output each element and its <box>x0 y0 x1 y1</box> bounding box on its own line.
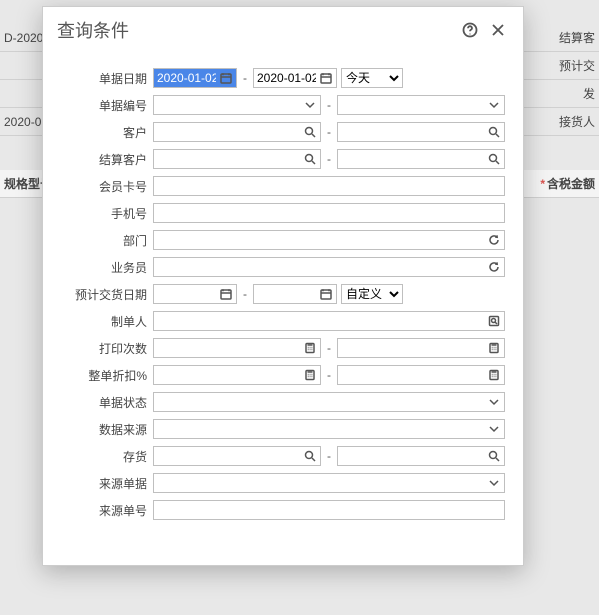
dialog-header: 查询条件 <box>43 7 523 53</box>
search-icon[interactable] <box>303 125 317 139</box>
bg-right-expected: 预计交 <box>559 57 595 74</box>
doc-no-to-input[interactable] <box>337 95 505 115</box>
data-source-select[interactable] <box>153 419 505 439</box>
label-salesman: 业务员 <box>43 259 153 276</box>
label-expected-date: 预计交货日期 <box>43 286 153 303</box>
range-dash: - <box>325 125 333 139</box>
label-customer: 客户 <box>43 124 153 141</box>
calendar-icon[interactable] <box>319 287 333 301</box>
label-print-count: 打印次数 <box>43 340 153 357</box>
search-icon[interactable] <box>487 125 501 139</box>
date-option-select[interactable]: 今天 <box>341 68 403 88</box>
close-icon <box>490 22 506 38</box>
label-settle-customer: 结算客户 <box>43 151 153 168</box>
bg-right-receiver: 接货人 <box>559 113 595 130</box>
help-button[interactable] <box>459 19 481 41</box>
search-icon[interactable] <box>303 152 317 166</box>
label-doc-status: 单据状态 <box>43 394 153 411</box>
settle-customer-from-input[interactable] <box>153 149 321 169</box>
calculator-icon[interactable] <box>487 368 501 382</box>
lookup-icon[interactable] <box>487 314 501 328</box>
query-form: 单据日期 2020-01-02 - 2020-01-02 今天 单据编号 <box>43 53 523 521</box>
label-source-doc: 来源单据 <box>43 475 153 492</box>
customer-to-input[interactable] <box>337 122 505 142</box>
department-input[interactable] <box>153 230 505 250</box>
source-no-input[interactable] <box>153 500 505 520</box>
label-discount-pct: 整单折扣% <box>43 367 153 384</box>
label-inventory: 存货 <box>43 448 153 465</box>
discount-to-input[interactable] <box>337 365 505 385</box>
date-to-input[interactable]: 2020-01-02 <box>253 68 337 88</box>
chevron-down-icon[interactable] <box>487 422 501 436</box>
range-dash: - <box>325 341 333 355</box>
calculator-icon[interactable] <box>487 341 501 355</box>
query-dialog: 查询条件 单据日期 2020-01-02 - 2020-01-02 <box>42 6 524 566</box>
calculator-icon[interactable] <box>303 368 317 382</box>
label-source-no: 来源单号 <box>43 502 153 519</box>
expected-date-to-input[interactable] <box>253 284 337 304</box>
range-dash: - <box>325 368 333 382</box>
search-icon[interactable] <box>487 152 501 166</box>
calendar-icon[interactable] <box>219 287 233 301</box>
salesman-input[interactable] <box>153 257 505 277</box>
expected-date-from-input[interactable] <box>153 284 237 304</box>
chevron-down-icon[interactable] <box>303 98 317 112</box>
bg-right-ship: 发 <box>583 85 595 102</box>
creator-input[interactable] <box>153 311 505 331</box>
print-count-from-input[interactable] <box>153 338 321 358</box>
date-from-value: 2020-01-02 <box>157 71 216 85</box>
help-icon <box>462 22 478 38</box>
label-data-source: 数据来源 <box>43 421 153 438</box>
range-dash: - <box>325 152 333 166</box>
chevron-down-icon[interactable] <box>487 395 501 409</box>
calculator-icon[interactable] <box>303 341 317 355</box>
source-doc-select[interactable] <box>153 473 505 493</box>
bg-doc-prefix: D-2020 <box>4 31 43 45</box>
chevron-down-icon[interactable] <box>487 98 501 112</box>
required-asterisk: * <box>540 177 545 191</box>
range-dash: - <box>241 71 249 85</box>
inventory-to-input[interactable] <box>337 446 505 466</box>
phone-input[interactable] <box>153 203 505 223</box>
range-dash: - <box>241 287 249 301</box>
bg-tax-amount: 含税金额 <box>547 177 595 191</box>
print-count-to-input[interactable] <box>337 338 505 358</box>
label-doc-date: 单据日期 <box>43 70 153 87</box>
search-icon[interactable] <box>303 449 317 463</box>
bg-right-settlement: 结算客 <box>559 29 595 46</box>
settle-customer-to-input[interactable] <box>337 149 505 169</box>
label-doc-no: 单据编号 <box>43 97 153 114</box>
calendar-icon[interactable] <box>319 71 333 85</box>
refresh-icon[interactable] <box>487 260 501 274</box>
dialog-title: 查询条件 <box>57 17 453 43</box>
discount-from-input[interactable] <box>153 365 321 385</box>
label-phone: 手机号 <box>43 205 153 222</box>
label-department: 部门 <box>43 232 153 249</box>
doc-no-from-input[interactable] <box>153 95 321 115</box>
chevron-down-icon[interactable] <box>487 476 501 490</box>
date-to-value: 2020-01-02 <box>257 71 316 85</box>
refresh-icon[interactable] <box>487 233 501 247</box>
member-card-input[interactable] <box>153 176 505 196</box>
range-dash: - <box>325 98 333 112</box>
doc-status-select[interactable] <box>153 392 505 412</box>
close-button[interactable] <box>487 19 509 41</box>
expected-option-select[interactable]: 自定义 <box>341 284 403 304</box>
calendar-icon[interactable] <box>219 71 233 85</box>
label-member-card: 会员卡号 <box>43 178 153 195</box>
search-icon[interactable] <box>487 449 501 463</box>
label-creator: 制单人 <box>43 313 153 330</box>
inventory-from-input[interactable] <box>153 446 321 466</box>
customer-from-input[interactable] <box>153 122 321 142</box>
range-dash: - <box>325 449 333 463</box>
date-from-input[interactable]: 2020-01-02 <box>153 68 237 88</box>
